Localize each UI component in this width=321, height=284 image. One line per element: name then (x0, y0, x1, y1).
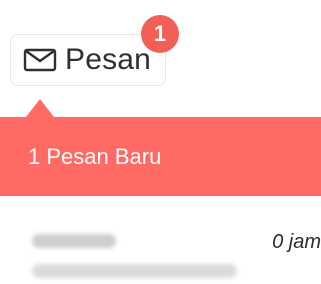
dropdown-caret (26, 99, 54, 117)
envelope-icon (23, 47, 57, 73)
notification-snippet-redacted (32, 264, 237, 278)
notification-item[interactable]: 0 jam (0, 222, 321, 284)
dropdown-header: 1 Pesan Baru (0, 117, 321, 196)
unread-count-badge: 1 (141, 15, 179, 53)
notification-sender-redacted (32, 234, 116, 248)
messages-label: Pesan (65, 43, 152, 76)
notification-time: 0 jam (272, 231, 321, 253)
dropdown-title: 1 Pesan Baru (28, 143, 162, 169)
